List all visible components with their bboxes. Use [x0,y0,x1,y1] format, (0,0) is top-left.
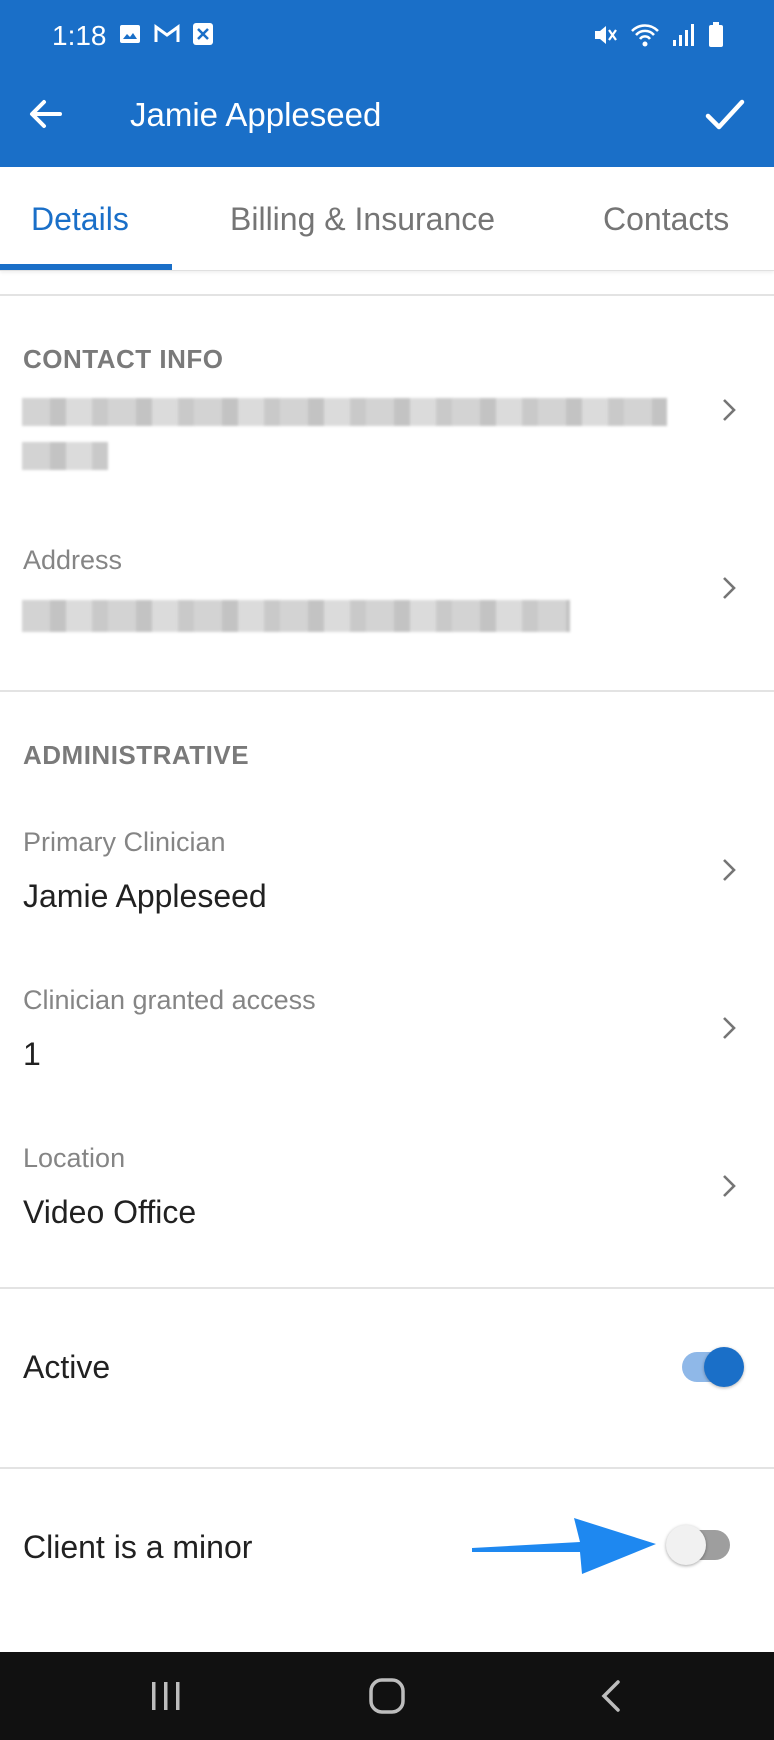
chevron-right-icon[interactable] [720,396,738,424]
home-icon[interactable] [366,1674,408,1718]
arrow-back-icon[interactable] [26,94,66,134]
location-value: Video Office [23,1194,197,1230]
administrative-header: ADMINISTRATIVE [23,740,250,770]
divider [0,1467,774,1469]
app-bar: 1:18 Jamie Appleseed [0,0,774,167]
signal-icon [673,24,694,46]
mute-icon [595,26,617,44]
check-icon[interactable] [702,92,748,138]
back-icon[interactable] [596,1674,626,1718]
tab-contacts[interactable]: Contacts [603,167,729,271]
chevron-right-icon[interactable] [720,1014,738,1042]
minor-label: Client is a minor [23,1529,253,1565]
toggle-thumb [704,1347,744,1387]
close-box-icon [193,23,213,45]
annotation-arrow-icon [472,1518,656,1574]
chevron-right-icon[interactable] [720,856,738,884]
gmail-icon [154,24,180,42]
image-icon [120,25,140,43]
redacted-address [22,600,570,632]
status-right-icons [592,22,724,48]
redacted-email [22,398,667,426]
divider [0,294,774,296]
tab-billing-insurance[interactable]: Billing & Insurance [230,167,495,271]
active-toggle[interactable] [682,1346,744,1388]
status-left-icons [118,22,214,46]
wifi-icon [631,24,659,47]
tab-details[interactable]: Details [31,167,129,271]
system-nav-bar [0,1652,774,1740]
toggle-thumb [666,1525,706,1565]
battery-icon [709,22,723,47]
chevron-right-icon[interactable] [720,1172,738,1200]
active-label: Active [23,1349,111,1385]
location-label: Location [23,1143,126,1173]
primary-clinician-value: Jamie Appleseed [23,878,267,914]
tab-bar: Details Billing & Insurance Contacts [0,167,774,271]
minor-toggle[interactable] [666,1524,730,1566]
contact-info-header: CONTACT INFO [23,344,224,374]
primary-clinician-label: Primary Clinician [23,827,226,857]
divider [0,1287,774,1289]
active-tab-indicator [0,264,172,270]
page-title: Jamie Appleseed [130,96,382,133]
recents-icon[interactable] [148,1674,184,1718]
redacted-email-continued [22,442,108,470]
status-time: 1:18 [52,20,107,51]
clinician-access-label: Clinician granted access [23,985,316,1015]
address-label: Address [23,545,123,575]
clinician-access-value: 1 [23,1036,41,1072]
divider [0,690,774,692]
chevron-right-icon[interactable] [720,574,738,602]
client-details-screen: 1:18 Jamie Appleseed Details Billing & I… [0,0,774,1740]
